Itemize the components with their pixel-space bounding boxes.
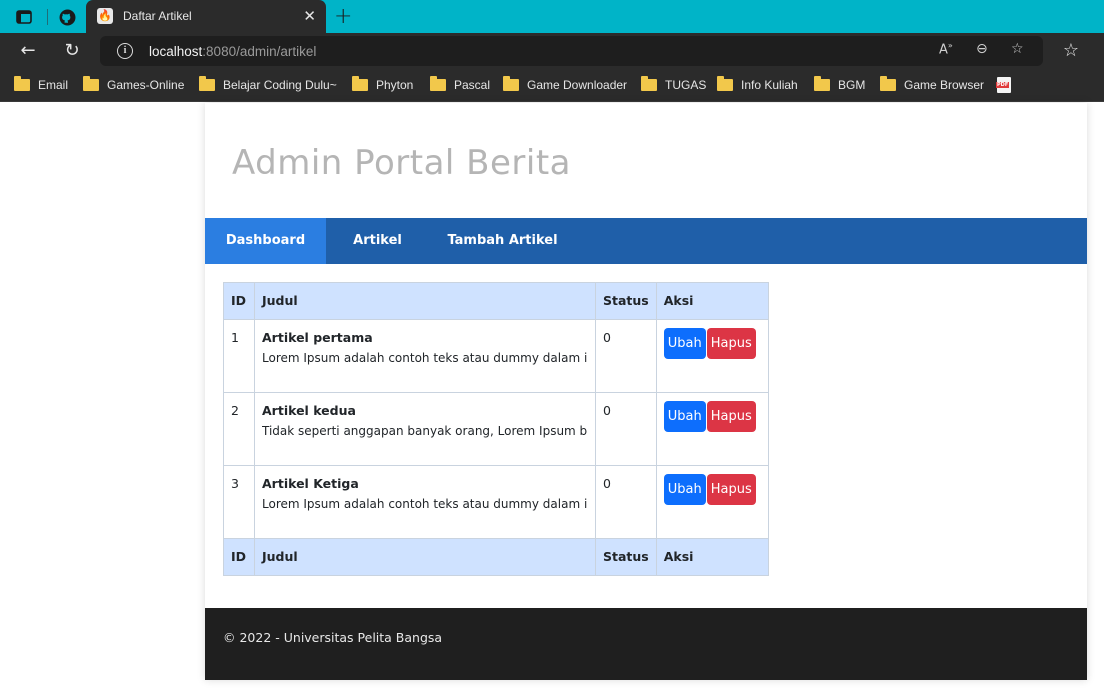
cell-status: 0 (595, 465, 657, 539)
article-excerpt: Tidak seperti anggapan banyak orang, Lor… (262, 424, 588, 438)
folder-icon (14, 76, 30, 91)
titlebar-separator (47, 9, 48, 25)
favorites-icon[interactable]: ☆ (1059, 39, 1083, 63)
pdf-icon: PDF (996, 77, 1011, 93)
folder-icon (503, 76, 519, 91)
github-icon[interactable] (57, 7, 77, 27)
nav-artikel[interactable]: Artikel (326, 218, 429, 264)
folder-icon (717, 76, 733, 91)
cell-judul: Artikel kedua Tidak seperti anggapan ban… (254, 392, 596, 466)
bookmark-folder-email[interactable]: Email (14, 76, 68, 93)
cell-id: 1 (223, 319, 255, 393)
article-excerpt: Lorem Ipsum adalah contoh teks atau dumm… (262, 497, 588, 511)
folder-icon (430, 76, 446, 91)
cell-aksi: Ubah Hapus (655, 392, 769, 466)
url-text[interactable]: localhost:8080/admin/artikel (149, 44, 316, 59)
artikel-table: ID Judul Status Aksi 1 Artikel pertama L… (223, 282, 769, 576)
edit-button[interactable]: Ubah (663, 328, 706, 359)
new-tab-icon[interactable]: + (334, 4, 352, 29)
table-row: 2 Artikel kedua Tidak seperti anggapan b… (223, 392, 769, 466)
browser-toolbar: ← ↻ i localhost:8080/admin/artikel A» ⊖ … (0, 33, 1104, 69)
folder-icon (83, 76, 99, 91)
article-title: Artikel Ketiga (262, 476, 359, 491)
header-status: Status (595, 282, 657, 320)
bookmark-folder-game-browser[interactable]: Game Browser (880, 76, 984, 93)
folder-icon (641, 76, 657, 91)
table-row: 1 Artikel pertama Lorem Ipsum adalah con… (223, 319, 769, 393)
article-title: Artikel pertama (262, 330, 373, 345)
footer-judul: Judul (254, 538, 596, 576)
cell-aksi: Ubah Hapus (655, 319, 769, 393)
cell-judul: Artikel Ketiga Lorem Ipsum adalah contoh… (254, 465, 596, 539)
add-favorite-icon[interactable]: ☆ (1011, 41, 1024, 57)
site-title: Admin Portal Berita (232, 143, 571, 183)
bookmark-folder-bgm[interactable]: BGM (814, 76, 865, 93)
cell-status: 0 (595, 392, 657, 466)
delete-button[interactable]: Hapus (706, 328, 756, 359)
edit-button[interactable]: Ubah (663, 401, 706, 432)
bookmark-pdf[interactable]: PDF (996, 77, 1011, 93)
bookmark-folder-phyton[interactable]: Phyton (352, 76, 413, 93)
codeigniter-favicon-icon: 🔥 (97, 8, 113, 24)
bookmark-folder-tugas[interactable]: TUGAS (641, 76, 706, 93)
cell-judul: Artikel pertama Lorem Ipsum adalah conto… (254, 319, 596, 393)
bookmark-folder-info-kuliah[interactable]: Info Kuliah (717, 76, 798, 93)
page-container: Admin Portal Berita Dashboard Artikel Ta… (205, 103, 1087, 680)
table-header-row: ID Judul Status Aksi (223, 282, 769, 320)
back-icon[interactable]: ← (16, 39, 40, 63)
tab-actions-icon[interactable] (14, 7, 34, 27)
article-title: Artikel kedua (262, 403, 356, 418)
browser-tab-active[interactable]: 🔥 Daftar Artikel ✕ (86, 0, 326, 33)
folder-icon (352, 76, 368, 91)
edit-button[interactable]: Ubah (663, 474, 706, 505)
bookmark-folder-belajar-coding[interactable]: Belajar Coding Dulu~ (199, 76, 337, 93)
zoom-icon[interactable]: ⊖ (976, 41, 988, 57)
table-footer-row: ID Judul Status Aksi (223, 538, 769, 576)
bookmark-folder-pascal[interactable]: Pascal (430, 76, 490, 93)
header-judul: Judul (254, 282, 596, 320)
page-footer: © 2022 - Universitas Pelita Bangsa (205, 608, 1087, 680)
address-bar[interactable]: i localhost:8080/admin/artikel A» ⊖ ☆ (100, 36, 1043, 66)
cell-aksi: Ubah Hapus (655, 465, 769, 539)
header-id: ID (223, 282, 255, 320)
article-excerpt: Lorem Ipsum adalah contoh teks atau dumm… (262, 351, 588, 365)
bookmarks-bar: Email Games-Online Belajar Coding Dulu~ … (0, 69, 1104, 102)
nav-tambah-artikel[interactable]: Tambah Artikel (429, 218, 576, 264)
table-row: 3 Artikel Ketiga Lorem Ipsum adalah cont… (223, 465, 769, 539)
bookmark-folder-games-online[interactable]: Games-Online (83, 76, 184, 93)
folder-icon (199, 76, 215, 91)
nav-dashboard[interactable]: Dashboard (205, 218, 326, 264)
refresh-icon[interactable]: ↻ (60, 39, 84, 63)
main-navbar: Dashboard Artikel Tambah Artikel (205, 218, 1087, 264)
tab-close-icon[interactable]: ✕ (303, 7, 316, 25)
cell-status: 0 (595, 319, 657, 393)
tab-title: Daftar Artikel (123, 9, 192, 23)
header-aksi: Aksi (655, 282, 769, 320)
folder-icon (814, 76, 830, 91)
site-info-icon[interactable]: i (117, 43, 133, 59)
page-viewport: Admin Portal Berita Dashboard Artikel Ta… (0, 103, 1104, 699)
footer-id: ID (223, 538, 255, 576)
footer-status: Status (595, 538, 657, 576)
delete-button[interactable]: Hapus (706, 401, 756, 432)
bookmark-folder-game-downloader[interactable]: Game Downloader (503, 76, 627, 93)
browser-titlebar: 🔥 Daftar Artikel ✕ + (0, 0, 1104, 33)
footer-copyright: © 2022 - Universitas Pelita Bangsa (223, 630, 443, 645)
cell-id: 2 (223, 392, 255, 466)
folder-icon (880, 76, 896, 91)
read-aloud-icon[interactable]: A» (939, 41, 953, 57)
delete-button[interactable]: Hapus (706, 474, 756, 505)
footer-aksi: Aksi (655, 538, 769, 576)
cell-id: 3 (223, 465, 255, 539)
